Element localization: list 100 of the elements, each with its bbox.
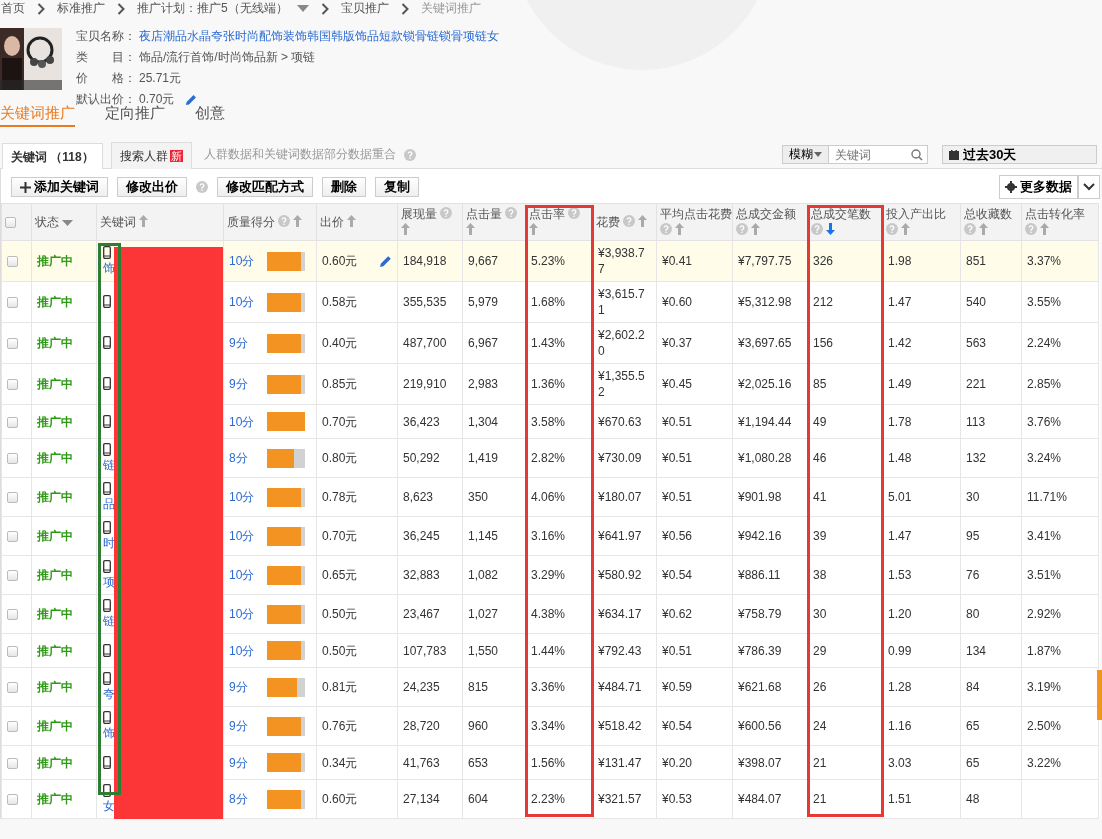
column-header[interactable]: 展现量 xyxy=(401,208,437,220)
score-text[interactable]: 8分 xyxy=(229,450,255,466)
sort-up-icon[interactable] xyxy=(529,223,538,235)
checkbox[interactable] xyxy=(7,757,18,769)
sort-down-icon[interactable] xyxy=(826,223,836,235)
breadcrumb-item[interactable]: 推广计划：推广5（无线端） xyxy=(137,0,288,17)
score-text[interactable]: 9分 xyxy=(229,335,255,351)
checkbox[interactable] xyxy=(7,531,18,543)
checkbox[interactable] xyxy=(5,217,16,229)
table-cell: 0.80元 xyxy=(322,450,358,466)
keyword-link[interactable]: 女 xyxy=(103,799,115,813)
breadcrumb-item[interactable]: 宝贝推广 xyxy=(340,0,389,17)
dropdown-toggle[interactable] xyxy=(1078,175,1100,199)
search-field[interactable]: 关键词 xyxy=(828,145,928,164)
checkbox[interactable] xyxy=(7,453,18,465)
column-header[interactable]: 关键词 xyxy=(100,216,136,228)
keyword-link[interactable]: 链 xyxy=(103,614,115,628)
sort-up-icon[interactable] xyxy=(466,223,475,235)
more-data-button[interactable]: 更多数据 xyxy=(999,175,1078,199)
table-cell: 0.60元 xyxy=(322,253,358,269)
toolbar-button[interactable]: 添加关键词 xyxy=(11,177,108,197)
quality-meter xyxy=(267,604,305,624)
keyword-link[interactable]: 饰 xyxy=(103,726,115,740)
sort-up-icon[interactable] xyxy=(901,223,911,235)
keyword-link[interactable]: 饰 xyxy=(103,261,115,275)
sort-up-icon[interactable] xyxy=(401,223,410,235)
phone-icon xyxy=(103,377,111,390)
score-text[interactable]: 10分 xyxy=(229,642,255,659)
toolbar-button[interactable]: 复制 xyxy=(375,177,419,197)
checkbox[interactable] xyxy=(7,645,18,657)
pencil-icon[interactable] xyxy=(379,254,392,268)
score-text[interactable]: 10分 xyxy=(229,489,255,505)
pencil-icon[interactable] xyxy=(185,93,198,106)
checkbox[interactable] xyxy=(7,256,18,268)
date-range-button[interactable]: 过去30天 xyxy=(942,145,1097,164)
keyword-link[interactable]: 夸 xyxy=(103,687,115,701)
table-cell: 2,983 xyxy=(468,377,499,391)
keyword-link[interactable]: 链 xyxy=(103,458,115,472)
quality-meter xyxy=(267,677,305,697)
score-text[interactable]: 10分 xyxy=(229,567,255,583)
keyword-link[interactable]: 时 xyxy=(103,536,115,550)
tab[interactable]: 搜索人群 新 xyxy=(110,141,192,170)
help-icon xyxy=(440,207,453,219)
tab[interactable]: 定向推广 xyxy=(105,104,165,127)
checkbox[interactable] xyxy=(7,794,18,806)
tab[interactable]: 关键词 （118） xyxy=(2,142,103,170)
sort-up-icon[interactable] xyxy=(638,215,648,227)
checkbox[interactable] xyxy=(7,492,18,504)
breadcrumb-item[interactable]: 首页 xyxy=(1,0,25,17)
table-cell: 84 xyxy=(966,680,980,694)
checkbox[interactable] xyxy=(7,379,18,391)
table-cell: 0.70元 xyxy=(322,413,358,430)
table-cell: ¥758.79 xyxy=(738,607,782,621)
sort-up-icon[interactable] xyxy=(751,223,761,235)
sort-up-icon[interactable] xyxy=(347,215,357,227)
score-text[interactable]: 9分 xyxy=(229,754,255,771)
checkbox[interactable] xyxy=(7,416,18,428)
column-header[interactable]: 质量得分 xyxy=(227,216,275,228)
search-icon[interactable] xyxy=(911,149,923,161)
table-cell: 0.60元 xyxy=(322,791,358,807)
checkbox[interactable] xyxy=(7,570,18,582)
caret-icon[interactable] xyxy=(62,220,74,227)
table-cell: ¥180.07 xyxy=(598,490,642,504)
score-text[interactable]: 10分 xyxy=(229,253,255,269)
score-text[interactable]: 10分 xyxy=(229,528,255,544)
column-header[interactable]: 点击量 xyxy=(466,208,502,220)
score-text[interactable]: 9分 xyxy=(229,718,255,734)
toolbar-button[interactable]: 修改出价 xyxy=(117,177,187,197)
tab[interactable]: 创意 xyxy=(195,104,225,127)
checkbox[interactable] xyxy=(7,609,18,621)
score-text[interactable]: 8分 xyxy=(229,791,255,807)
score-text[interactable]: 10分 xyxy=(229,413,255,430)
checkbox[interactable] xyxy=(7,721,18,733)
checkbox[interactable] xyxy=(7,682,18,694)
sort-up-icon[interactable] xyxy=(979,223,989,235)
product-link[interactable]: 夜店潮品水晶夸张时尚配饰装饰韩国韩版饰品短款锁骨链锁骨项链女 xyxy=(139,28,499,45)
column-header[interactable]: 花费 xyxy=(596,216,620,228)
checkbox[interactable] xyxy=(7,297,18,309)
toolbar-button[interactable]: 删除 xyxy=(322,177,366,197)
table-cell: 1.28 xyxy=(888,680,912,694)
sort-up-icon[interactable] xyxy=(675,223,685,235)
sort-up-icon[interactable] xyxy=(1040,223,1050,235)
checkbox[interactable] xyxy=(7,338,18,350)
keyword-link[interactable]: 项 xyxy=(103,575,115,589)
caret-icon[interactable] xyxy=(296,4,309,13)
table-cell: 21 xyxy=(813,792,827,806)
toolbar-button[interactable]: 修改匹配方式 xyxy=(217,177,313,197)
column-header[interactable]: 点击率 xyxy=(529,208,565,220)
column-header[interactable]: 状态 xyxy=(35,216,59,228)
sort-up-icon[interactable] xyxy=(139,215,149,227)
breadcrumb-item[interactable]: 标准推广 xyxy=(57,0,105,17)
score-text[interactable]: 10分 xyxy=(229,294,255,310)
score-text[interactable]: 10分 xyxy=(229,606,255,622)
column-header[interactable]: 出价 xyxy=(320,216,344,228)
score-text[interactable]: 9分 xyxy=(229,679,255,695)
sort-up-icon[interactable] xyxy=(293,215,303,227)
match-mode-dropdown[interactable]: 模糊 xyxy=(782,145,829,164)
keyword-link[interactable]: 品 xyxy=(103,497,115,511)
caret-icon xyxy=(814,152,822,157)
score-text[interactable]: 9分 xyxy=(229,376,255,392)
